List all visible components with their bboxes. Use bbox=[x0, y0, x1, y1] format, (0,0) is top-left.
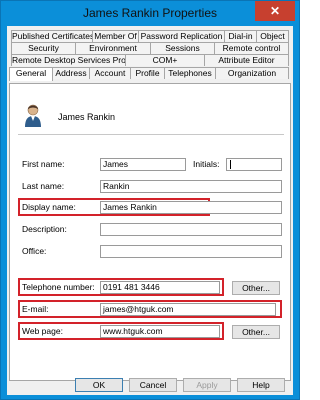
tab-object[interactable]: Object bbox=[256, 30, 289, 42]
tab-row-3: Remote Desktop Services Profile COM+ Att… bbox=[7, 54, 293, 66]
cancel-button[interactable]: Cancel bbox=[129, 378, 177, 392]
user-display-title: James Rankin bbox=[58, 112, 116, 122]
description-field[interactable] bbox=[100, 223, 282, 236]
email-field[interactable]: james@htguk.com bbox=[100, 303, 276, 316]
tab-environment[interactable]: Environment bbox=[75, 42, 151, 54]
properties-window: James Rankin Properties ✕ Published Cert… bbox=[0, 0, 300, 400]
separator bbox=[18, 134, 284, 135]
web-page-other-button[interactable]: Other... bbox=[232, 325, 280, 339]
close-icon: ✕ bbox=[269, 4, 281, 18]
tab-telephones[interactable]: Telephones bbox=[164, 67, 216, 79]
telephone-other-button[interactable]: Other... bbox=[232, 281, 280, 295]
tab-row-4: General Address Account Profile Telephon… bbox=[7, 67, 293, 81]
tab-organization[interactable]: Organization bbox=[215, 67, 289, 79]
help-button[interactable]: Help bbox=[237, 378, 285, 392]
general-panel: James Rankin First name: James Initials:… bbox=[9, 83, 291, 381]
tab-address[interactable]: Address bbox=[52, 67, 90, 79]
tab-security[interactable]: Security bbox=[11, 42, 76, 54]
tab-remote-desktop-services-profile[interactable]: Remote Desktop Services Profile bbox=[11, 54, 126, 66]
tab-member-of[interactable]: Member Of bbox=[92, 30, 139, 42]
office-field[interactable] bbox=[100, 245, 282, 258]
last-name-field[interactable]: Rankin bbox=[100, 180, 282, 193]
initials-label: Initials: bbox=[193, 159, 220, 169]
tab-attribute-editor[interactable]: Attribute Editor bbox=[204, 54, 289, 66]
tab-remote-control[interactable]: Remote control bbox=[214, 42, 289, 54]
user-icon bbox=[25, 104, 41, 127]
first-name-field[interactable]: James bbox=[100, 158, 186, 171]
ok-button[interactable]: OK bbox=[75, 378, 123, 392]
text-cursor bbox=[230, 160, 231, 169]
telephone-label: Telephone number: bbox=[22, 282, 95, 292]
web-page-field[interactable]: www.htguk.com bbox=[100, 325, 220, 338]
display-name-label: Display name: bbox=[22, 202, 76, 212]
tab-sessions[interactable]: Sessions bbox=[150, 42, 215, 54]
tab-profile[interactable]: Profile bbox=[130, 67, 165, 79]
tab-password-replication[interactable]: Password Replication bbox=[138, 30, 225, 42]
email-label: E-mail: bbox=[22, 304, 49, 314]
close-button[interactable]: ✕ bbox=[255, 1, 295, 21]
apply-button[interactable]: Apply bbox=[183, 378, 231, 392]
description-label: Description: bbox=[22, 224, 67, 234]
office-label: Office: bbox=[22, 246, 47, 256]
last-name-label: Last name: bbox=[22, 181, 65, 191]
initials-field[interactable] bbox=[226, 158, 282, 171]
tab-com-plus[interactable]: COM+ bbox=[125, 54, 205, 66]
telephone-field[interactable]: 0191 481 3446 bbox=[100, 281, 220, 294]
tab-account[interactable]: Account bbox=[89, 67, 131, 79]
tab-row-1: Published Certificates Member Of Passwor… bbox=[7, 30, 293, 42]
tab-dial-in[interactable]: Dial-in bbox=[224, 30, 257, 42]
tab-row-2: Security Environment Sessions Remote con… bbox=[7, 42, 293, 54]
tab-general[interactable]: General bbox=[9, 67, 53, 81]
web-page-label: Web page: bbox=[22, 326, 63, 336]
dialog-body: Published Certificates Member Of Passwor… bbox=[7, 26, 293, 395]
display-name-field[interactable]: James Rankin bbox=[100, 201, 282, 214]
tab-published-certificates[interactable]: Published Certificates bbox=[11, 30, 93, 42]
first-name-label: First name: bbox=[22, 159, 65, 169]
